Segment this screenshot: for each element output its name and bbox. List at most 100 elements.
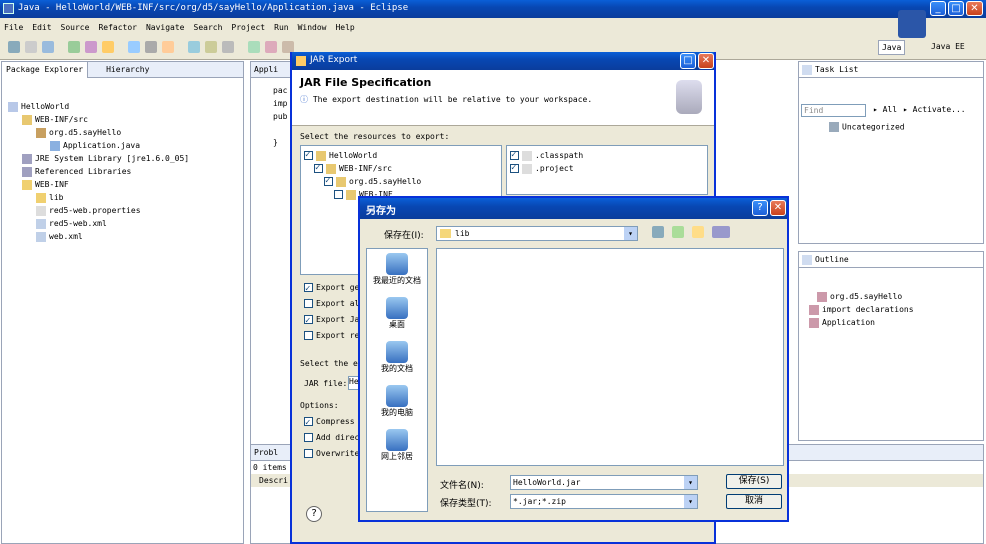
toolbar-tool-5-icon[interactable] <box>102 41 114 53</box>
checkbox[interactable] <box>304 415 313 431</box>
tree-item[interactable]: org.d5.sayHello <box>8 126 243 139</box>
checkbox[interactable] <box>334 190 343 199</box>
place-my-documents[interactable]: 我的文档 <box>367 337 427 381</box>
tree-item[interactable]: Application.java <box>8 139 243 152</box>
place-network-places[interactable]: 网上邻居 <box>367 425 427 469</box>
tree-item[interactable]: red5-web.properties <box>8 204 243 217</box>
menu-search[interactable]: Search <box>194 23 223 32</box>
checkbox[interactable] <box>304 449 313 458</box>
toolbar-tool-11-icon[interactable] <box>222 41 234 53</box>
checkbox[interactable] <box>314 162 323 175</box>
menu-edit[interactable]: Edit <box>32 23 51 32</box>
chevron-down-icon[interactable]: ▾ <box>684 495 697 508</box>
toolbar-tool-13-icon[interactable] <box>265 41 277 53</box>
jar-file-item[interactable]: .project <box>510 162 704 175</box>
jar-option[interactable]: Add direc <box>304 430 359 446</box>
jar-option[interactable]: Export ge <box>304 280 359 297</box>
tab-task-list[interactable]: Task List <box>815 65 858 74</box>
file-list[interactable] <box>436 248 784 466</box>
tab-outline[interactable]: Outline <box>815 255 849 264</box>
task-find-input[interactable]: Find <box>801 104 866 117</box>
checkbox[interactable] <box>304 331 313 340</box>
menu-window[interactable]: Window <box>298 23 327 32</box>
save-help-button[interactable]: ? <box>752 200 768 216</box>
tab-editor[interactable]: Appli <box>254 65 278 74</box>
jar-tree-item[interactable]: org.d5.sayHello <box>304 175 498 188</box>
tree-item[interactable]: HelloWorld <box>8 100 243 113</box>
chevron-down-icon[interactable]: ▾ <box>624 227 637 240</box>
task-activate-link[interactable]: ▸ Activate... <box>903 105 966 114</box>
menu-refactor[interactable]: Refactor <box>98 23 137 32</box>
menu-project[interactable]: Project <box>231 23 265 32</box>
jar-option[interactable]: Compress <box>304 414 359 431</box>
jar-option[interactable]: Export Ja <box>304 312 359 329</box>
jar-tree-item[interactable]: HelloWorld <box>304 149 498 162</box>
checkbox[interactable] <box>304 281 313 297</box>
up-folder-icon[interactable] <box>672 226 684 238</box>
jar-option[interactable]: Export re <box>304 328 359 344</box>
help-button[interactable]: ? <box>306 506 322 522</box>
jar-maximize-button[interactable]: □ <box>680 53 696 69</box>
toolbar-tool-12-icon[interactable] <box>248 41 260 53</box>
tree-item[interactable]: Referenced Libraries <box>8 165 243 178</box>
checkbox[interactable] <box>304 433 313 442</box>
checkbox[interactable] <box>510 162 519 175</box>
checkbox[interactable] <box>510 149 519 162</box>
tab-hierarchy[interactable]: Hierarchy <box>88 65 149 74</box>
toolbar-tool-6-icon[interactable] <box>128 41 140 53</box>
task-all-link[interactable]: ▸ All <box>873 105 897 114</box>
filename-input[interactable]: HelloWorld.jar ▾ <box>510 475 698 490</box>
jar-tree-item[interactable]: WEB-INF/src <box>304 162 498 175</box>
toolbar-tool-9-icon[interactable] <box>188 41 200 53</box>
toolbar-tool-4-icon[interactable] <box>85 41 97 53</box>
toolbar-tool-2-icon[interactable] <box>42 41 54 53</box>
jar-file-item[interactable]: .classpath <box>510 149 704 162</box>
checkbox[interactable] <box>304 299 313 308</box>
menu-help[interactable]: Help <box>335 23 354 32</box>
tree-item[interactable]: lib <box>8 191 243 204</box>
save-close-button[interactable]: ✕ <box>770 200 786 216</box>
toolbar-tool-7-icon[interactable] <box>145 41 157 53</box>
save-in-select[interactable]: lib ▾ <box>436 226 638 241</box>
jar-option[interactable]: Export al <box>304 296 359 312</box>
tree-item[interactable]: WEB-INF/src <box>8 113 243 126</box>
checkbox[interactable] <box>324 175 333 188</box>
jar-option[interactable]: Overwrite <box>304 446 359 462</box>
toolbar-tool-0-icon[interactable] <box>8 41 20 53</box>
toolbar-tool-3-icon[interactable] <box>68 41 80 53</box>
outline-item[interactable]: import declarations <box>809 303 983 316</box>
back-icon[interactable] <box>652 226 664 238</box>
menu-navigate[interactable]: Navigate <box>146 23 185 32</box>
outline-item[interactable]: org.d5.sayHello <box>809 290 983 303</box>
toolbar-tool-10-icon[interactable] <box>205 41 217 53</box>
perspective-javaee[interactable]: Java EE <box>928 40 968 55</box>
new-folder-icon[interactable] <box>692 226 704 238</box>
chevron-down-icon[interactable]: ▾ <box>684 476 697 489</box>
cancel-button[interactable]: 取消 <box>726 494 782 509</box>
minimize-button[interactable]: _ <box>930 1 946 16</box>
outline-item[interactable]: Application <box>809 316 983 329</box>
uncategorized-item[interactable]: Uncategorized <box>829 122 905 132</box>
filetype-select[interactable]: *.jar;*.zip ▾ <box>510 494 698 509</box>
place-recent-documents[interactable]: 我最近的文档 <box>367 249 427 293</box>
tree-item[interactable]: red5-web.xml <box>8 217 243 230</box>
jar-close-button[interactable]: ✕ <box>698 53 714 69</box>
tab-problems[interactable]: Probl <box>254 448 278 457</box>
tree-item[interactable]: WEB-INF <box>8 178 243 191</box>
save-button[interactable]: 保存(S) <box>726 474 782 489</box>
checkbox[interactable] <box>304 313 313 329</box>
menu-run[interactable]: Run <box>274 23 288 32</box>
close-button[interactable]: ✕ <box>966 1 983 16</box>
maximize-button[interactable]: □ <box>948 1 964 16</box>
view-menu-icon[interactable] <box>712 226 730 238</box>
menu-file[interactable]: File <box>4 23 23 32</box>
perspective-java[interactable]: Java <box>878 40 906 55</box>
tree-item[interactable]: web.xml <box>8 230 243 243</box>
tab-package-explorer[interactable]: Package Explorer <box>2 61 89 78</box>
toolbar-tool-1-icon[interactable] <box>25 41 37 53</box>
place-my-computer[interactable]: 我的电脑 <box>367 381 427 425</box>
menu-source[interactable]: Source <box>61 23 90 32</box>
checkbox[interactable] <box>304 149 313 162</box>
toolbar-tool-8-icon[interactable] <box>162 41 174 53</box>
tree-item[interactable]: JRE System Library [jre1.6.0_05] <box>8 152 243 165</box>
